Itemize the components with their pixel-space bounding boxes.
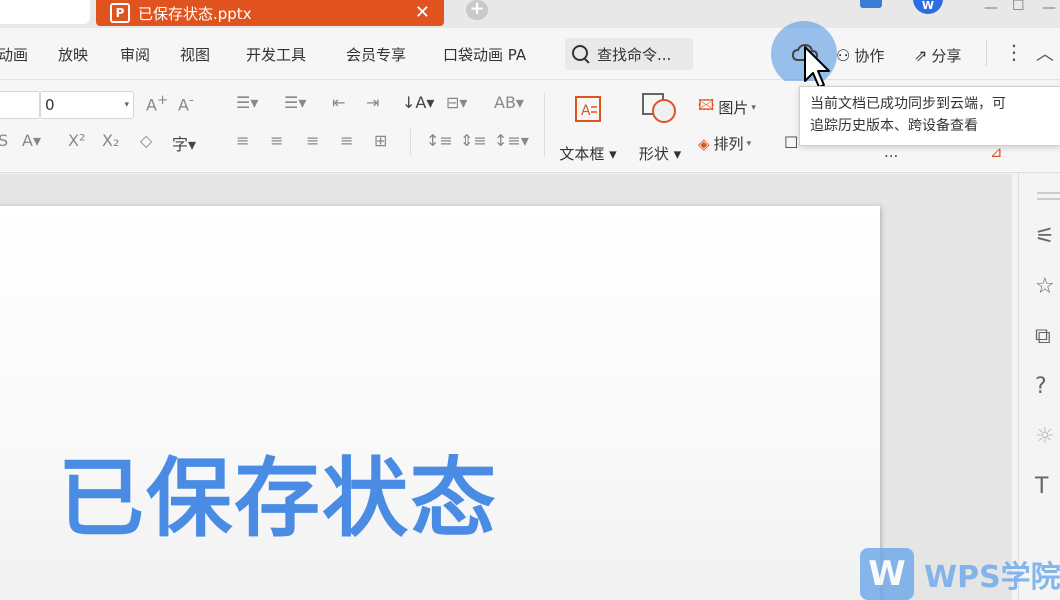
collaborate-button[interactable]: ⚇ 协作: [836, 45, 884, 66]
divider: [544, 93, 545, 157]
tooltip-line-1: 当前文档已成功同步到云端，可: [810, 96, 1006, 112]
minimize-icon[interactable]: —: [984, 0, 998, 16]
divider: [410, 129, 411, 155]
font-size-value: 0: [45, 96, 55, 114]
insert-shape-label: 形状 ▾: [638, 145, 682, 163]
search-icon: [571, 44, 591, 64]
menu-developer[interactable]: 开发工具: [246, 44, 306, 65]
outline-icon[interactable]: ☐: [784, 133, 798, 152]
slide-canvas[interactable]: 已保存状态: [0, 206, 880, 600]
document-tab-title: 已保存状态.pptx: [138, 4, 252, 23]
picture-icon: 🖾: [698, 96, 715, 114]
align-center-icon[interactable]: ≡: [270, 131, 283, 150]
share-button[interactable]: ⇗ 分享: [914, 45, 961, 66]
superscript-icon[interactable]: X²: [68, 131, 85, 150]
paragraph-spacing-icon[interactable]: ⇕≡: [460, 131, 487, 150]
settings-sliders-icon[interactable]: ⚟: [1035, 224, 1060, 252]
numbered-list-icon[interactable]: ☰▾: [284, 93, 306, 112]
tooltip-line-2: 追踪历史版本、跨设备查看: [810, 118, 978, 134]
align-right-icon[interactable]: ≡: [306, 131, 319, 150]
insert-picture-label: 图片: [718, 99, 749, 117]
line-spacing-icon[interactable]: ↕≡: [426, 131, 453, 150]
cloud-sync-tooltip: 当前文档已成功同步到云端，可 追踪历史版本、跨设备查看: [799, 86, 1060, 146]
slide-transition-icon[interactable]: ⧉: [1035, 324, 1060, 352]
text-fit-icon[interactable]: AB▾: [494, 93, 524, 112]
window-close-icon[interactable]: —: [1042, 0, 1056, 16]
add-person-icon: ⚇: [836, 46, 851, 65]
title-bar: P 已保存状态.pptx ✕ + W — ☐ —: [0, 0, 1060, 28]
insert-picture-button[interactable]: 🖾 图片 ▾: [698, 95, 756, 120]
new-tab-button[interactable]: +: [466, 0, 488, 20]
share-label: 分享: [931, 47, 962, 65]
maximize-icon[interactable]: ☐: [1012, 0, 1025, 14]
panel-grip[interactable]: [1037, 192, 1060, 194]
arrange-button[interactable]: ◈ 排列 ▾: [698, 133, 751, 154]
shape-icon: [642, 93, 676, 123]
chevron-down-icon: ▾: [124, 100, 129, 110]
slide-title-text[interactable]: 已保存状态: [58, 428, 498, 553]
menu-member[interactable]: 会员专享: [346, 44, 406, 65]
collapse-ribbon-icon[interactable]: ︿: [1036, 40, 1054, 66]
menu-animation[interactable]: 动画: [0, 44, 28, 65]
user-avatar[interactable]: W: [913, 0, 943, 14]
menu-review[interactable]: 审阅: [120, 44, 150, 65]
arrange-label: 排列: [713, 135, 744, 153]
decrease-font-icon[interactable]: A-: [178, 93, 194, 114]
vertical-align-icon[interactable]: ⊟▾: [446, 93, 467, 112]
previous-tab[interactable]: [0, 0, 90, 24]
chevron-down-icon: ▾: [746, 138, 752, 149]
text-direction-icon[interactable]: ↓A▾: [402, 93, 434, 112]
watermark-text: WPS学院: [924, 560, 1060, 595]
font-name-select[interactable]: [0, 91, 40, 119]
justify-icon[interactable]: ≡: [340, 131, 353, 150]
panel-grip[interactable]: [1037, 198, 1060, 200]
menu-pocket-animation[interactable]: 口袋动画 PA: [443, 44, 526, 65]
command-search-input[interactable]: 查找命令...: [565, 38, 693, 70]
insert-textbox-label: 文本框 ▾: [559, 145, 617, 163]
search-placeholder: 查找命令...: [597, 45, 672, 64]
wps-academy-watermark: W WPS学院: [860, 548, 1060, 600]
more-options-icon[interactable]: ⋮: [1004, 40, 1024, 64]
decrease-indent-icon[interactable]: ⇤: [332, 93, 345, 112]
menu-view[interactable]: 视图: [180, 44, 210, 65]
text-icon[interactable]: T: [1035, 474, 1060, 502]
right-side-panel: ⚟ ☆ ⧉ ? ☼ T: [1018, 174, 1060, 600]
collaborate-label: 协作: [854, 47, 885, 65]
insert-shape-button[interactable]: 形状 ▾: [632, 91, 688, 163]
ribbon-menu-bar: 动画 放映 审阅 视图 开发工具 会员专享 口袋动画 PA 查找命令...: [0, 28, 1060, 80]
divider: [986, 40, 987, 66]
align-left-icon[interactable]: ≡: [236, 131, 249, 150]
wps-logo-icon: W: [860, 548, 914, 600]
insert-textbox-button[interactable]: A 文本框 ▾: [556, 91, 620, 163]
distribute-icon[interactable]: ⊞: [374, 131, 387, 150]
subscript-icon[interactable]: X₂: [102, 131, 119, 150]
menu-slideshow[interactable]: 放映: [58, 44, 88, 65]
close-tab-icon[interactable]: ✕: [415, 2, 430, 23]
layers-icon: ◈: [698, 134, 710, 153]
bullet-list-icon[interactable]: ☰▾: [236, 93, 258, 112]
textbox-icon: A: [575, 96, 601, 122]
spacing-options-icon[interactable]: ↕≡▾: [494, 131, 529, 150]
presentation-file-icon: P: [110, 3, 130, 23]
share-icon: ⇗: [914, 46, 928, 65]
increase-font-icon[interactable]: A+: [146, 93, 168, 114]
document-tab[interactable]: P 已保存状态.pptx ✕: [96, 0, 444, 26]
star-icon[interactable]: ☆: [1035, 274, 1060, 302]
strikethrough-icon[interactable]: S: [0, 131, 8, 150]
notification-icon[interactable]: [860, 0, 882, 8]
font-color-icon[interactable]: A▾: [22, 131, 41, 150]
clear-format-icon[interactable]: ◇: [140, 131, 152, 150]
font-size-select[interactable]: 0 ▾: [40, 91, 134, 119]
increase-indent-icon[interactable]: ⇥: [366, 93, 379, 112]
svg-text:A: A: [581, 103, 591, 119]
phonetic-guide-icon[interactable]: 字▾: [172, 131, 196, 155]
help-icon[interactable]: ?: [1035, 374, 1060, 402]
lightbulb-icon[interactable]: ☼: [1035, 424, 1060, 452]
chevron-down-icon: ▾: [751, 102, 756, 113]
